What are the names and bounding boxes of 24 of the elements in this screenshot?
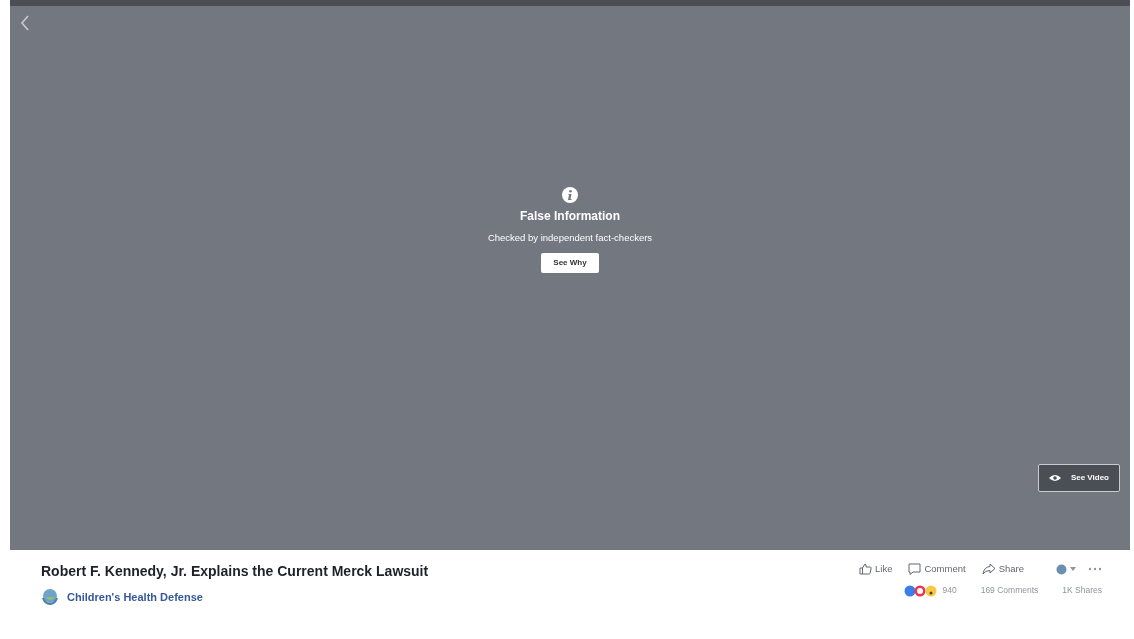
reactions-icon — [904, 584, 939, 597]
page-name-link[interactable]: Children's Health Defense — [67, 588, 203, 606]
see-why-button[interactable]: See Why — [541, 253, 599, 274]
eye-icon — [1048, 474, 1061, 482]
back-icon[interactable] — [20, 14, 30, 31]
shares-count[interactable]: 1K Shares — [1062, 584, 1102, 597]
see-video-button[interactable]: See Video — [1037, 464, 1120, 492]
info-icon — [562, 186, 578, 203]
share-button[interactable]: Share — [981, 562, 1024, 577]
caret-icon — [1070, 567, 1076, 572]
speech-bubble-icon — [908, 563, 922, 576]
like-button[interactable]: Like — [859, 562, 893, 577]
page-selector-button[interactable] — [1056, 563, 1076, 575]
comments-count[interactable]: 169 Comments — [980, 584, 1039, 597]
more-icon[interactable] — [1088, 567, 1102, 572]
avatar-icon — [1056, 563, 1067, 575]
video-title: Robert F. Kennedy, Jr. Explains the Current Merck Lawsuit — [41, 562, 430, 581]
warning-title: False Information — [520, 207, 620, 225]
warning-subtitle: Checked by independent fact-checkers — [487, 230, 653, 245]
share-arrow-icon — [981, 563, 996, 576]
page-avatar-icon — [41, 588, 59, 607]
reactions-count[interactable]: 940 — [942, 584, 957, 597]
thumbs-up-icon — [859, 563, 872, 576]
comment-button[interactable]: Comment — [908, 562, 966, 577]
